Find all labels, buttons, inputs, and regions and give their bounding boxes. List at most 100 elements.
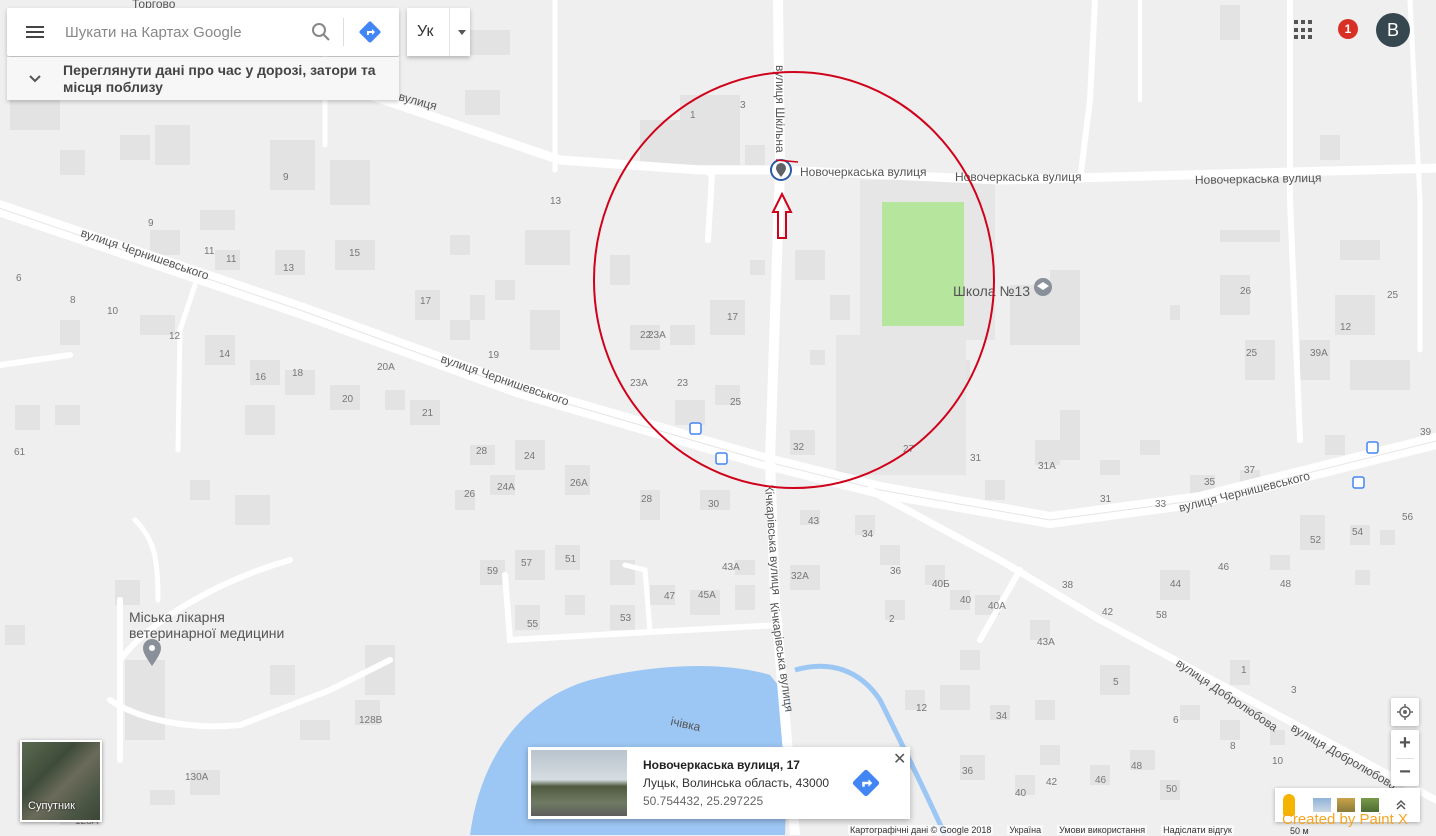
my-location-button[interactable] [1391,698,1419,726]
house-number: 44 [1170,579,1182,590]
house-number: 9 [283,172,289,183]
language-divider [449,8,450,56]
house-number: 57 [521,558,533,569]
street-label: Новочеркаська вулиця [800,165,926,179]
layer-thumb-2[interactable] [1337,798,1355,812]
street-label: Новочеркаська вулиця [1195,171,1322,187]
house-number: 43А [722,562,740,573]
house-number: 6 [1173,715,1179,726]
poi-label: Міська лікарня [129,609,225,625]
house-number: 20А [377,362,395,373]
house-number: 23 [677,378,689,389]
house-number: 40 [1015,788,1027,799]
house-number: 12 [916,703,928,714]
house-number: 30 [708,499,720,510]
card-directions-icon[interactable] [851,768,881,798]
location-marker-icon[interactable] [770,159,792,181]
place-title[interactable]: Новочеркаська вулиця, 17 [643,758,800,772]
poi-label: ветеринарної медицини [129,625,284,641]
directions-icon[interactable] [344,8,396,56]
menu-icon[interactable] [7,8,63,56]
house-number: 2 [889,614,895,625]
search-icon[interactable] [299,8,343,56]
sports-field [882,202,964,326]
house-number: 47 [664,591,676,602]
house-number: 11 [204,246,215,257]
house-number: 56 [1402,512,1414,523]
caret-down-icon [458,29,466,35]
house-number: 32А [791,571,809,582]
language-select[interactable]: Ук [407,8,470,56]
house-number: 17 [727,312,739,323]
house-number: 8 [1230,741,1236,752]
house-number: 9 [148,218,154,229]
house-number: 3 [740,100,746,111]
zoom-out-button[interactable]: − [1391,759,1419,787]
notifications-badge[interactable]: 1 [1338,19,1358,39]
house-number: 48 [1131,761,1143,772]
watermark: Created by Paint X [1282,811,1408,828]
layer-thumb-1[interactable] [1313,798,1331,812]
zoom-in-button[interactable]: + [1391,730,1419,758]
house-number: 46 [1218,562,1230,573]
house-number: 36 [962,766,974,777]
house-number: 40Б [932,579,950,590]
house-number: 33 [1155,499,1167,510]
avatar[interactable]: B [1376,13,1410,47]
house-number: 25 [1246,348,1258,359]
search-input[interactable] [63,22,299,42]
street-view-photo[interactable] [531,750,627,816]
place-info-card: Новочеркаська вулиця, 17 Луцьк, Волинськ… [528,747,910,819]
zoom-control: + − [1391,730,1419,786]
house-number: 39 [1420,427,1432,438]
house-number: 58 [1156,610,1168,621]
house-number: 37 [1244,465,1256,476]
house-number: 12 [1340,322,1352,333]
house-number: 46 [1095,775,1107,786]
apps-grid-icon[interactable] [1294,20,1314,40]
house-number: 15 [349,248,361,259]
house-number: 40А [988,601,1006,612]
house-number: 34 [862,529,874,540]
house-number: 6 [16,273,22,284]
house-number: 55 [527,619,539,630]
layer-thumb-3[interactable] [1361,798,1379,812]
house-number: 31 [970,453,982,464]
house-number: 31А [1038,461,1056,472]
map-data-attribution: Картографічні дані © Google 2018 [848,825,994,835]
house-number: 34 [996,711,1008,722]
house-number: 21 [422,408,434,419]
house-number: 40 [960,595,972,606]
school-poi[interactable] [1034,278,1052,296]
feedback-link[interactable]: Надіслати відгук [1161,825,1234,835]
terms-link[interactable]: Умови використання [1057,825,1148,835]
house-number: 52 [1310,535,1322,546]
street-label: вулиця Шкільна [773,65,787,153]
house-number: 11 [226,254,237,265]
house-number: 38 [1062,580,1074,591]
house-number: 51 [565,554,577,565]
place-coordinates[interactable]: 50.754432, 25.297225 [643,794,763,808]
house-number: 18 [292,368,304,379]
traffic-info-prompt[interactable]: Переглянути дані про час у дорозі, затор… [7,57,399,100]
house-number: 25 [1387,290,1399,301]
house-number: 13 [283,263,295,274]
house-number: 54 [1352,527,1364,538]
expand-up-icon[interactable] [1395,799,1407,811]
house-number: 39А [1310,348,1328,359]
satellite-toggle[interactable]: Супутник [20,740,102,822]
house-number: 128В [359,715,383,726]
house-number: 28 [476,446,488,457]
region-link[interactable]: Україна [1007,825,1044,835]
map-canvas[interactable]: вулиця Чернишевськоговулиця Чернишевсько… [0,0,1436,835]
house-number: 14 [219,349,231,360]
house-number: 24А [497,482,515,493]
house-number: 8 [70,295,76,306]
house-number: 32 [793,442,805,453]
search-box [7,8,399,56]
house-number: 10 [107,306,119,317]
map-footer: Картографічні дані © Google 2018 Україна… [848,825,1234,835]
house-number: 12 [169,331,181,342]
close-icon[interactable]: ✕ [893,749,906,769]
house-number: 5 [1113,677,1119,688]
